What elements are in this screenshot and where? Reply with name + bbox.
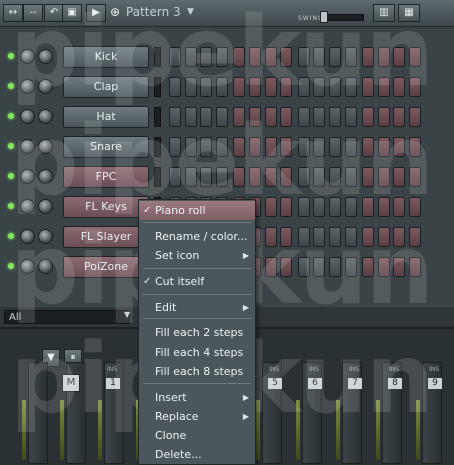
chevron-right-icon: ▶ bbox=[242, 303, 249, 312]
menu-item-label: Fill each 2 steps bbox=[155, 326, 244, 339]
menu-item-label: Rename / color... bbox=[155, 230, 248, 243]
check-icon: ✓ bbox=[143, 205, 152, 216]
menu-item[interactable]: ✓ Piano roll bbox=[139, 201, 255, 220]
menu-item-label: Edit bbox=[155, 301, 177, 314]
chevron-right-icon: ▶ bbox=[242, 412, 249, 421]
menu-item[interactable]: Clone bbox=[139, 426, 255, 445]
menu-item-label: Delete... bbox=[155, 448, 202, 461]
menu-item[interactable]: Fill each 4 steps bbox=[139, 343, 255, 362]
check-icon: ✓ bbox=[143, 276, 152, 287]
menu-separator bbox=[143, 268, 251, 269]
menu-item[interactable]: ✓ Cut itself bbox=[139, 272, 255, 291]
menu-item-label: Fill each 4 steps bbox=[155, 346, 244, 359]
watermark: pipekun bbox=[10, 0, 434, 108]
menu-separator bbox=[143, 222, 251, 223]
chevron-right-icon: ▶ bbox=[242, 393, 249, 402]
menu-item-label: Fill each 8 steps bbox=[155, 365, 244, 378]
menu-item[interactable]: Edit ▶ bbox=[139, 298, 255, 317]
menu-item-label: Insert bbox=[155, 391, 187, 404]
chevron-right-icon: ▶ bbox=[242, 251, 249, 260]
menu-item[interactable]: Fill each 2 steps bbox=[139, 323, 255, 342]
menu-separator bbox=[143, 294, 251, 295]
menu-item[interactable]: Rename / color... bbox=[139, 227, 255, 246]
menu-separator bbox=[143, 318, 251, 319]
menu-separator bbox=[143, 383, 251, 384]
menu-item-label: Piano roll bbox=[155, 204, 206, 217]
menu-item[interactable]: Set icon ▶ bbox=[139, 246, 255, 265]
menu-item-label: Cut itself bbox=[155, 275, 205, 288]
context-menu: ✓ Piano roll Rename / color... Set icon ▶ ✓ Cu… bbox=[138, 199, 256, 465]
menu-item-label: Set icon bbox=[155, 249, 200, 262]
menu-item[interactable]: Insert ▶ bbox=[139, 388, 255, 407]
menu-item[interactable]: Replace ▶ bbox=[139, 407, 255, 426]
menu-item-label: Replace bbox=[155, 410, 199, 423]
menu-item-label: Clone bbox=[155, 429, 187, 442]
menu-item[interactable]: Delete... bbox=[139, 445, 255, 464]
menu-item[interactable]: Fill each 8 steps bbox=[139, 362, 255, 381]
